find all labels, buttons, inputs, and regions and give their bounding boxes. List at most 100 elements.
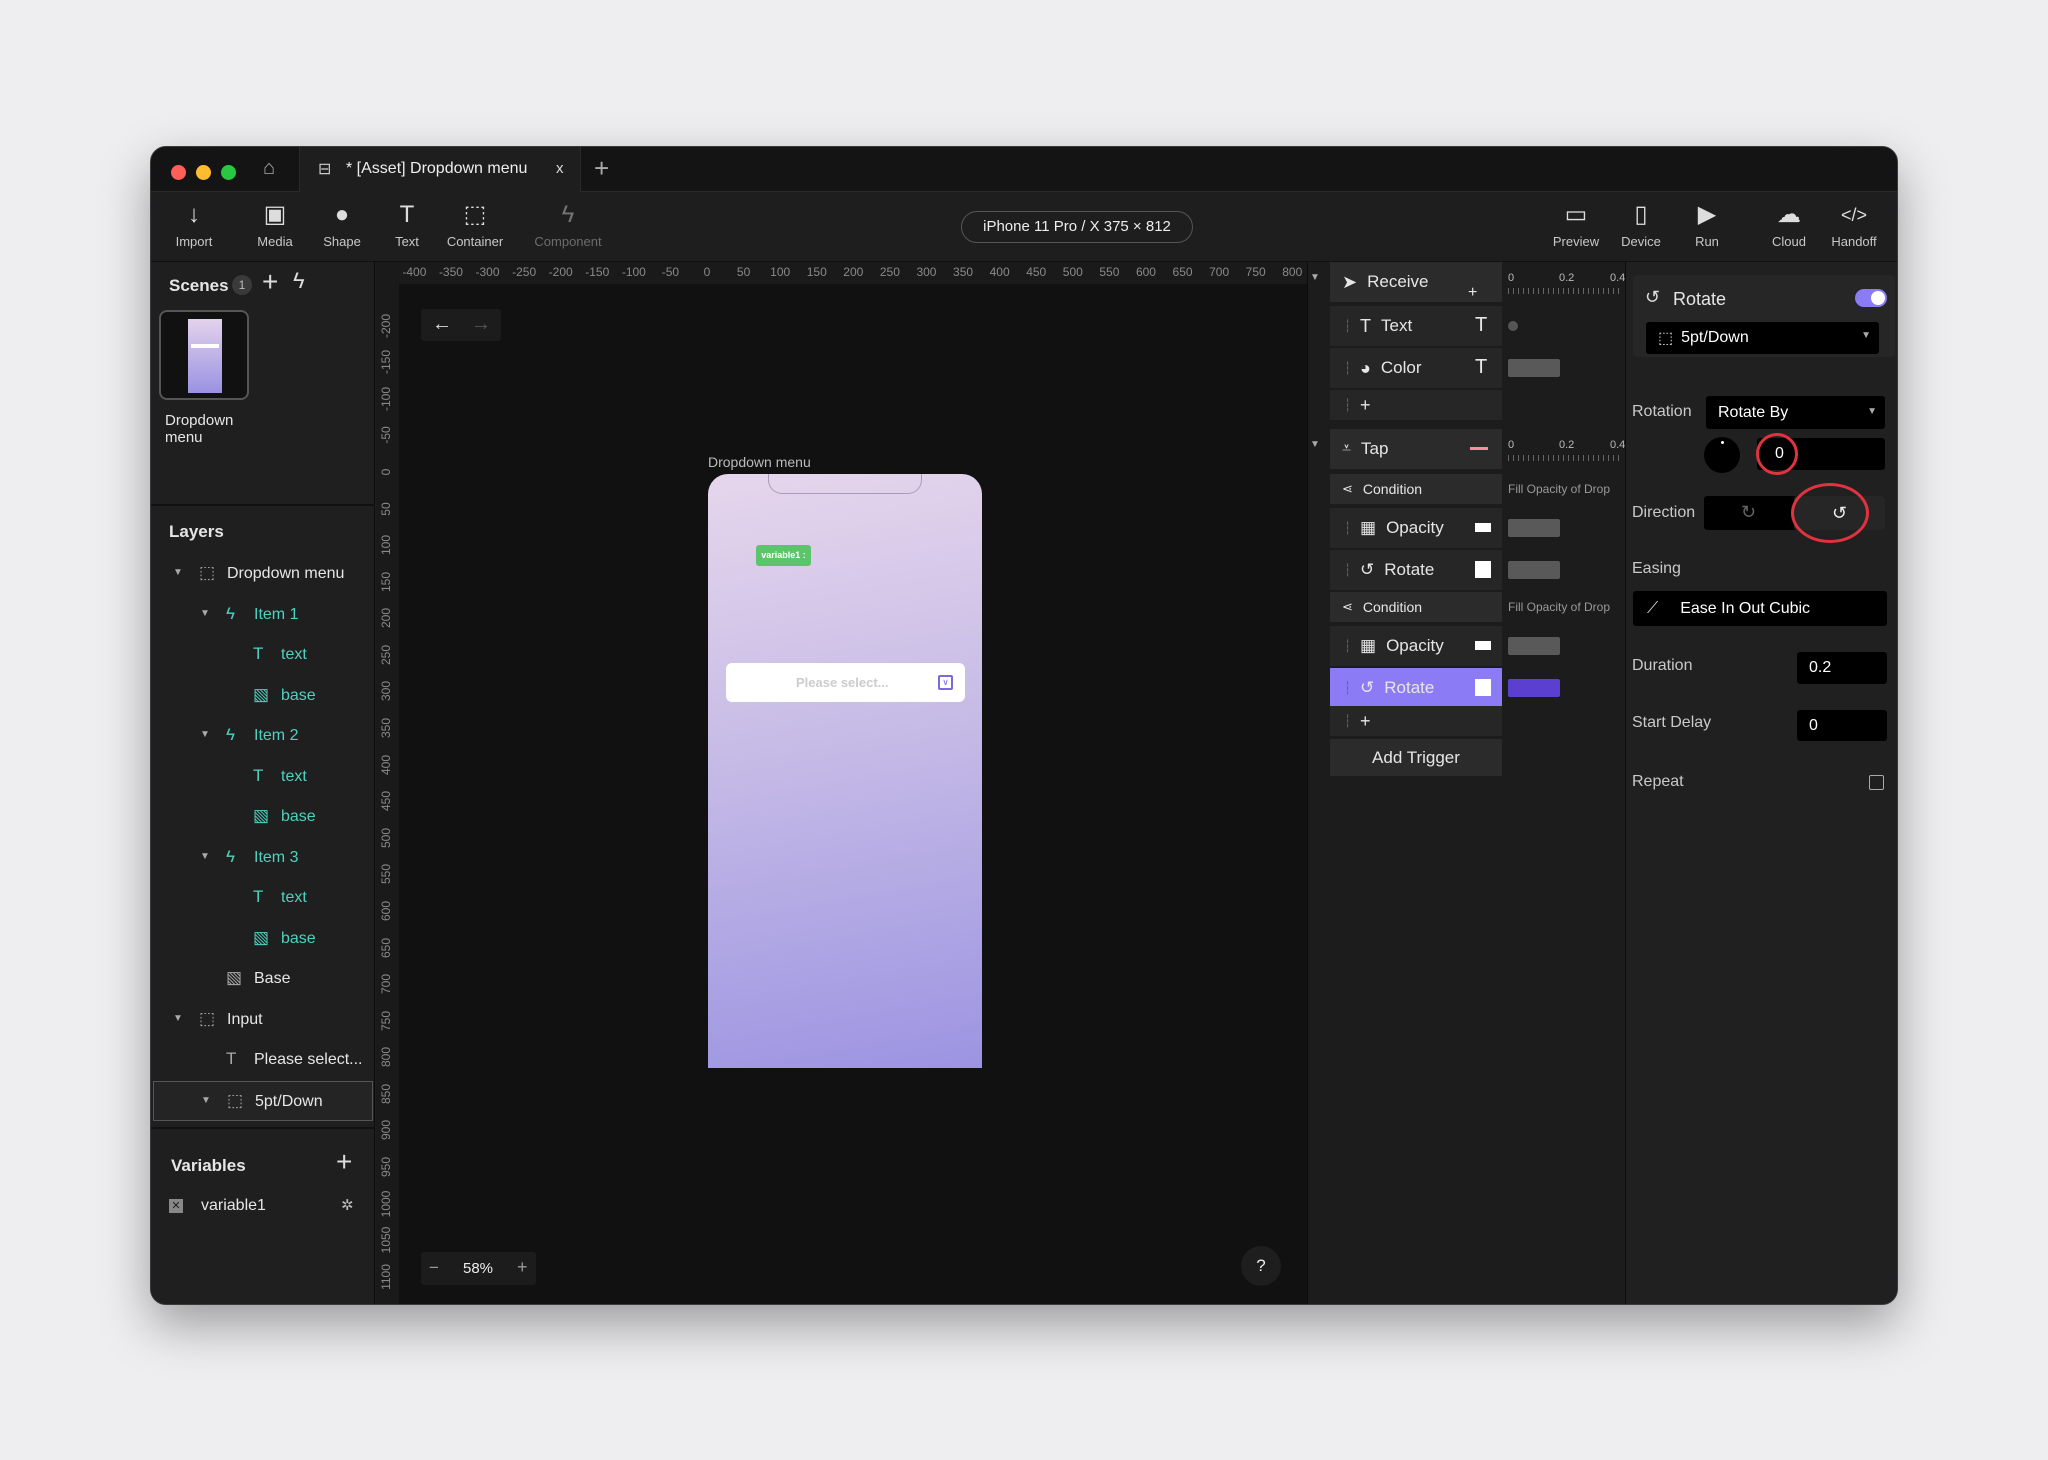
layer-label: Item 3: [254, 848, 299, 866]
zoom-out-button[interactable]: −: [429, 1258, 439, 1278]
repeat-checkbox[interactable]: [1869, 775, 1884, 790]
tool-import[interactable]: ↓ Import: [154, 200, 234, 249]
ruler-y-label: 1000: [379, 1190, 393, 1217]
chevron-down-icon[interactable]: ∨: [938, 675, 953, 690]
collapse-icon[interactable]: ▼: [1310, 272, 1320, 283]
response-row[interactable]: ┆ ▦ Opacity: [1330, 626, 1502, 666]
device-selector[interactable]: iPhone 11 Pro / X 375 × 812: [961, 211, 1193, 243]
handoff-button[interactable]: </> Handoff: [1814, 200, 1894, 249]
enable-toggle[interactable]: [1855, 289, 1887, 307]
layer-item[interactable]: ▼ ⬚ Input: [153, 1000, 373, 1040]
response-label: Rotate: [1384, 678, 1435, 697]
add-icon[interactable]: +: [1468, 284, 1477, 302]
condition-track-label: Fill Opacity of Drop: [1508, 482, 1611, 496]
ruler-y-label: 300: [379, 681, 393, 702]
forward-arrow-icon[interactable]: →: [471, 313, 491, 336]
maximize-window-button[interactable]: [221, 165, 236, 180]
add-trigger-button[interactable]: Add Trigger: [1330, 739, 1502, 776]
run-button[interactable]: ▶ Run: [1667, 200, 1747, 249]
expand-triangle-icon[interactable]: ▼: [173, 567, 183, 578]
response-row[interactable]: ┆ T Text T: [1330, 306, 1502, 346]
home-icon[interactable]: ⌂: [263, 157, 275, 180]
easing-select[interactable]: ⟋ Ease In Out Cubic: [1633, 591, 1887, 626]
minimize-window-button[interactable]: [196, 165, 211, 180]
duration-input[interactable]: 0.2: [1797, 652, 1887, 684]
layer-item[interactable]: ▧ base: [153, 919, 373, 959]
layer-item[interactable]: ▧ base: [153, 676, 373, 716]
condition-row[interactable]: ⋖ Condition: [1330, 474, 1502, 504]
tool-component[interactable]: ϟ Component: [528, 200, 608, 249]
rotation-mode-select[interactable]: Rotate By ▼: [1706, 396, 1885, 429]
layer-item[interactable]: ▧ Base: [153, 959, 373, 999]
rotate-icon: ↺: [1360, 560, 1375, 579]
layer-label: Base: [254, 970, 291, 987]
add-scene-button[interactable]: +: [262, 266, 278, 298]
layer-item[interactable]: ▧ base: [153, 797, 373, 837]
timeline-bar[interactable]: [1508, 359, 1560, 377]
response-row[interactable]: ┆ ↺ Rotate: [1330, 550, 1502, 590]
canvas[interactable]: ← → Dropdown menu variable1 : Please sel…: [399, 284, 1307, 1304]
new-tab-button[interactable]: +: [594, 153, 609, 184]
tool-label: Import: [175, 234, 213, 249]
image-icon: ▧: [253, 927, 270, 947]
remove-trigger-icon[interactable]: [1470, 447, 1488, 450]
add-response-button[interactable]: +: [1360, 395, 1371, 416]
timeline-bar[interactable]: [1508, 561, 1560, 579]
layer-item[interactable]: ▼ ϟ Item 2: [153, 716, 373, 756]
condition-row[interactable]: ⋖ Condition: [1330, 592, 1502, 622]
response-row[interactable]: ┆ ▦ Opacity: [1330, 508, 1502, 548]
add-variable-button[interactable]: +: [336, 1146, 352, 1178]
timeline-scale: [1508, 288, 1620, 294]
add-response-row[interactable]: ┆ +: [1330, 706, 1502, 736]
response-row[interactable]: ┆ ↺ Rotate: [1330, 668, 1502, 708]
variable-name[interactable]: variable1: [201, 1197, 266, 1215]
expand-triangle-icon[interactable]: ▼: [200, 729, 210, 740]
zoom-in-button[interactable]: +: [517, 1257, 528, 1278]
ruler-y-label: 250: [379, 644, 393, 665]
layer-item[interactable]: T text: [153, 635, 373, 675]
ruler-y-label: 850: [379, 1083, 393, 1104]
lightning-icon[interactable]: ϟ: [293, 268, 305, 294]
layer-item[interactable]: ▼ ⬚ Dropdown menu: [153, 554, 373, 594]
add-response-button[interactable]: +: [1360, 711, 1371, 732]
timeline-bar[interactable]: [1508, 637, 1560, 655]
trigger-receive[interactable]: ➤ Receive +: [1330, 262, 1502, 302]
rotation-dial[interactable]: [1704, 437, 1740, 473]
layer-item[interactable]: T Please select...: [153, 1040, 373, 1080]
layer-item[interactable]: T text: [153, 878, 373, 918]
layer-label: text: [281, 767, 307, 785]
timeline-bar[interactable]: [1508, 679, 1560, 697]
tab-active[interactable]: ⊟ * [Asset] Dropdown menu x: [299, 147, 581, 192]
ruler-y-label: 950: [379, 1157, 393, 1178]
layer-item[interactable]: T text: [153, 757, 373, 797]
close-tab-icon[interactable]: x: [556, 160, 564, 177]
collapse-icon[interactable]: ▼: [1310, 439, 1320, 450]
rotate-clockwise-icon[interactable]: ↻: [1741, 502, 1756, 523]
expand-triangle-icon[interactable]: ▼: [200, 851, 210, 862]
target-layer-select[interactable]: ⬚ 5pt/Down ▼: [1646, 322, 1879, 354]
expand-triangle-icon[interactable]: ▼: [173, 1013, 183, 1024]
back-arrow-icon[interactable]: ←: [432, 313, 452, 336]
layer-item[interactable]: ▼ ⬚ 5pt/Down: [153, 1080, 373, 1121]
zoom-level[interactable]: 58%: [463, 1260, 493, 1277]
expand-triangle-icon[interactable]: ▼: [201, 1095, 211, 1106]
scene-thumbnail[interactable]: [159, 310, 249, 400]
tool-container[interactable]: ⬚ Container: [435, 200, 515, 249]
debug-icon[interactable]: ✲: [341, 1196, 354, 1214]
left-panel: Scenes 1 + ϟ Dropdown menu Layers ▼ ⬚ Dr…: [151, 262, 375, 1304]
close-window-button[interactable]: [171, 165, 186, 180]
layer-item[interactable]: ▼ ϟ Item 1: [153, 595, 373, 635]
scene-label: Dropdown menu: [165, 412, 234, 446]
dropdown-input[interactable]: Please select... ∨: [726, 663, 965, 702]
help-button[interactable]: ?: [1241, 1246, 1281, 1286]
response-row[interactable]: ┆ ◕ Color T: [1330, 348, 1502, 388]
expand-triangle-icon[interactable]: ▼: [200, 608, 210, 619]
trigger-tap[interactable]: ⩡ Tap: [1330, 429, 1502, 469]
layer-item[interactable]: ▼ ϟ Item 3: [153, 838, 373, 878]
response-label: Text: [1381, 316, 1413, 335]
timeline-bar[interactable]: [1508, 519, 1560, 537]
phone-frame[interactable]: variable1 : Please select... ∨: [708, 474, 982, 1068]
start-delay-input[interactable]: 0: [1797, 710, 1887, 741]
divider: [151, 504, 375, 506]
add-response-row[interactable]: ┆ +: [1330, 390, 1502, 420]
